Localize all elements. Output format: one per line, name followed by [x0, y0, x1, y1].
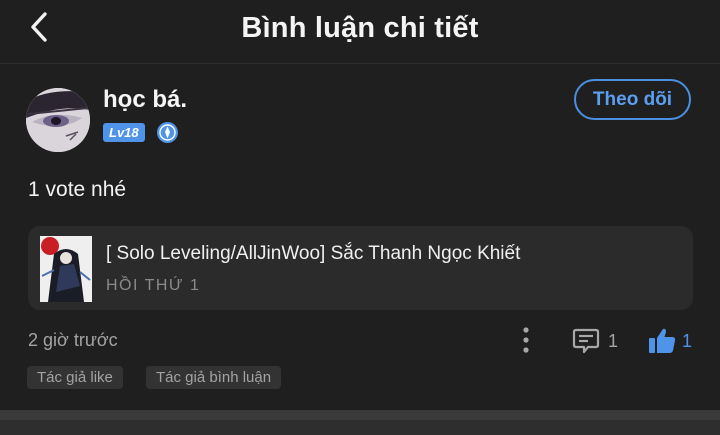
- story-title: [ Solo Leveling/AllJinWoo] Sắc Thanh Ngọ…: [106, 243, 521, 264]
- avatar-image: [26, 88, 90, 152]
- comment-detail-page: Bình luận chi tiết học bá. Lv18 Theo dõi…: [0, 0, 720, 435]
- comment-text: 1 vote nhé: [28, 178, 127, 201]
- username[interactable]: học bá.: [103, 86, 187, 114]
- author-liked-tag: Tác giả like: [27, 366, 123, 389]
- timestamp: 2 giờ trước: [28, 330, 118, 350]
- like-button[interactable]: 1: [648, 326, 692, 356]
- avatar[interactable]: [26, 88, 90, 152]
- like-count: 1: [682, 330, 693, 351]
- level-badge: Lv18: [103, 123, 145, 142]
- header-divider: [0, 63, 720, 64]
- more-options-button[interactable]: [516, 326, 536, 354]
- story-chapter: HỒI THỨ 1: [106, 277, 201, 294]
- page-title: Bình luận chi tiết: [241, 11, 479, 44]
- header-bar: Bình luận chi tiết: [0, 0, 720, 56]
- section-divider-highlight: [0, 410, 720, 420]
- author-commented-tag: Tác giả bình luận: [146, 366, 282, 389]
- thumbs-up-icon: [649, 328, 676, 353]
- verified-badge-icon: [156, 121, 179, 144]
- comment-icon: [572, 328, 600, 353]
- reply-button[interactable]: 1: [572, 327, 618, 355]
- back-button[interactable]: [22, 8, 56, 46]
- story-cover-image: [40, 236, 92, 302]
- comment-count: 1: [608, 330, 619, 351]
- linked-story-card[interactable]: [ Solo Leveling/AllJinWoo] Sắc Thanh Ngọ…: [28, 226, 693, 310]
- more-vertical-icon: [523, 327, 529, 353]
- chevron-left-icon: [31, 12, 47, 42]
- follow-button[interactable]: Theo dõi: [574, 79, 691, 120]
